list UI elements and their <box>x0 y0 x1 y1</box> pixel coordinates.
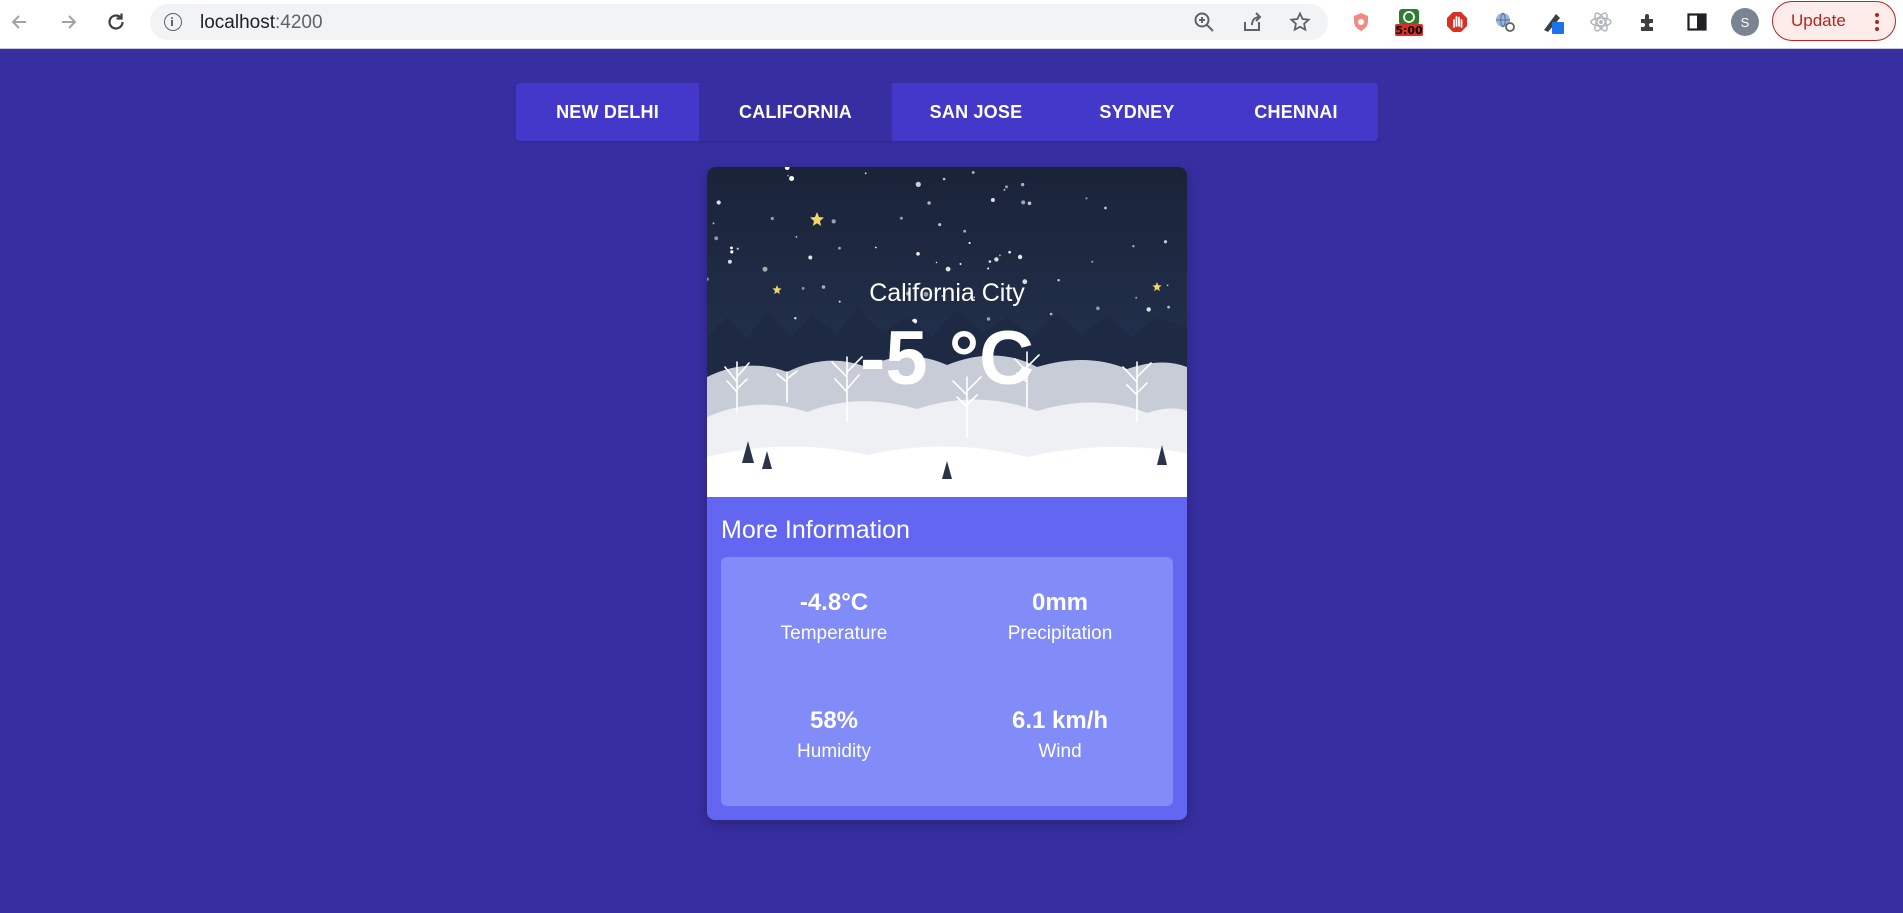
reload-button[interactable] <box>100 6 132 38</box>
city-tabs: NEW DELHI CALIFORNIA SAN JOSE SYDNEY CHE… <box>516 83 1378 141</box>
stat-value: 6.1 km/h <box>1011 707 1109 734</box>
timer-extension-icon[interactable]: 5:00 <box>1395 8 1423 37</box>
more-menu-icon[interactable] <box>1875 13 1879 31</box>
stat-value: -4.8°C <box>799 589 869 616</box>
stop-hand-extension-icon[interactable] <box>1443 8 1471 36</box>
tab-san-jose[interactable]: SAN JOSE <box>892 83 1060 141</box>
tab-new-delhi[interactable]: NEW DELHI <box>516 83 699 141</box>
more-information-heading: More Information <box>721 516 910 544</box>
globe-search-extension-icon[interactable] <box>1491 8 1519 36</box>
tab-chennai[interactable]: CHENNAI <box>1214 83 1378 141</box>
forward-arrow-icon <box>62 15 77 29</box>
tab-california[interactable]: CALIFORNIA <box>699 83 892 141</box>
current-temperature: -5 °C <box>860 316 1034 401</box>
bookmark-star-icon[interactable] <box>1288 10 1312 34</box>
forward-button[interactable] <box>52 6 84 38</box>
reload-icon <box>108 13 124 30</box>
site-info-icon[interactable] <box>164 13 182 31</box>
city-name: California City <box>869 279 1025 307</box>
stat-label: Precipitation <box>1007 623 1113 644</box>
extensions-puzzle-icon[interactable] <box>1635 8 1663 36</box>
share-icon[interactable] <box>1240 10 1264 34</box>
stat-wind: 6.1 km/h Wind <box>947 707 1173 763</box>
weather-card: California City -5 °C More Information -… <box>707 167 1187 820</box>
stat-humidity: 58% Humidity <box>721 707 947 763</box>
update-label: Update <box>1791 11 1846 30</box>
stat-precipitation: 0mm Precipitation <box>947 589 1173 645</box>
stat-label: Temperature <box>780 623 888 644</box>
url-text: localhost:4200 <box>200 12 323 33</box>
stat-value: 0mm <box>1031 589 1089 616</box>
address-bar[interactable]: localhost:4200 <box>150 4 1328 40</box>
timer-badge-text: 5:00 <box>1395 24 1423 37</box>
react-devtools-icon[interactable] <box>1587 8 1615 36</box>
stat-temperature: -4.8°C Temperature <box>721 589 947 645</box>
weather-stats-panel: -4.8°C Temperature 0mm Precipitation 58%… <box>721 557 1173 806</box>
back-arrow-icon <box>11 15 26 29</box>
browser-toolbar: localhost:4200 5:00 S Update <box>0 0 1903 49</box>
zoom-icon[interactable] <box>1192 10 1216 34</box>
profile-avatar[interactable]: S <box>1731 8 1759 36</box>
side-panel-icon[interactable] <box>1683 8 1711 36</box>
eyedropper-extension-icon[interactable] <box>1539 8 1567 36</box>
stat-label: Wind <box>1038 741 1082 762</box>
stat-label: Humidity <box>797 741 871 762</box>
tab-sydney[interactable]: SYDNEY <box>1060 83 1214 141</box>
shield-extension-icon[interactable] <box>1347 8 1375 36</box>
update-button[interactable]: Update <box>1772 1 1896 41</box>
stat-value: 58% <box>809 707 859 734</box>
back-button[interactable] <box>4 6 36 38</box>
